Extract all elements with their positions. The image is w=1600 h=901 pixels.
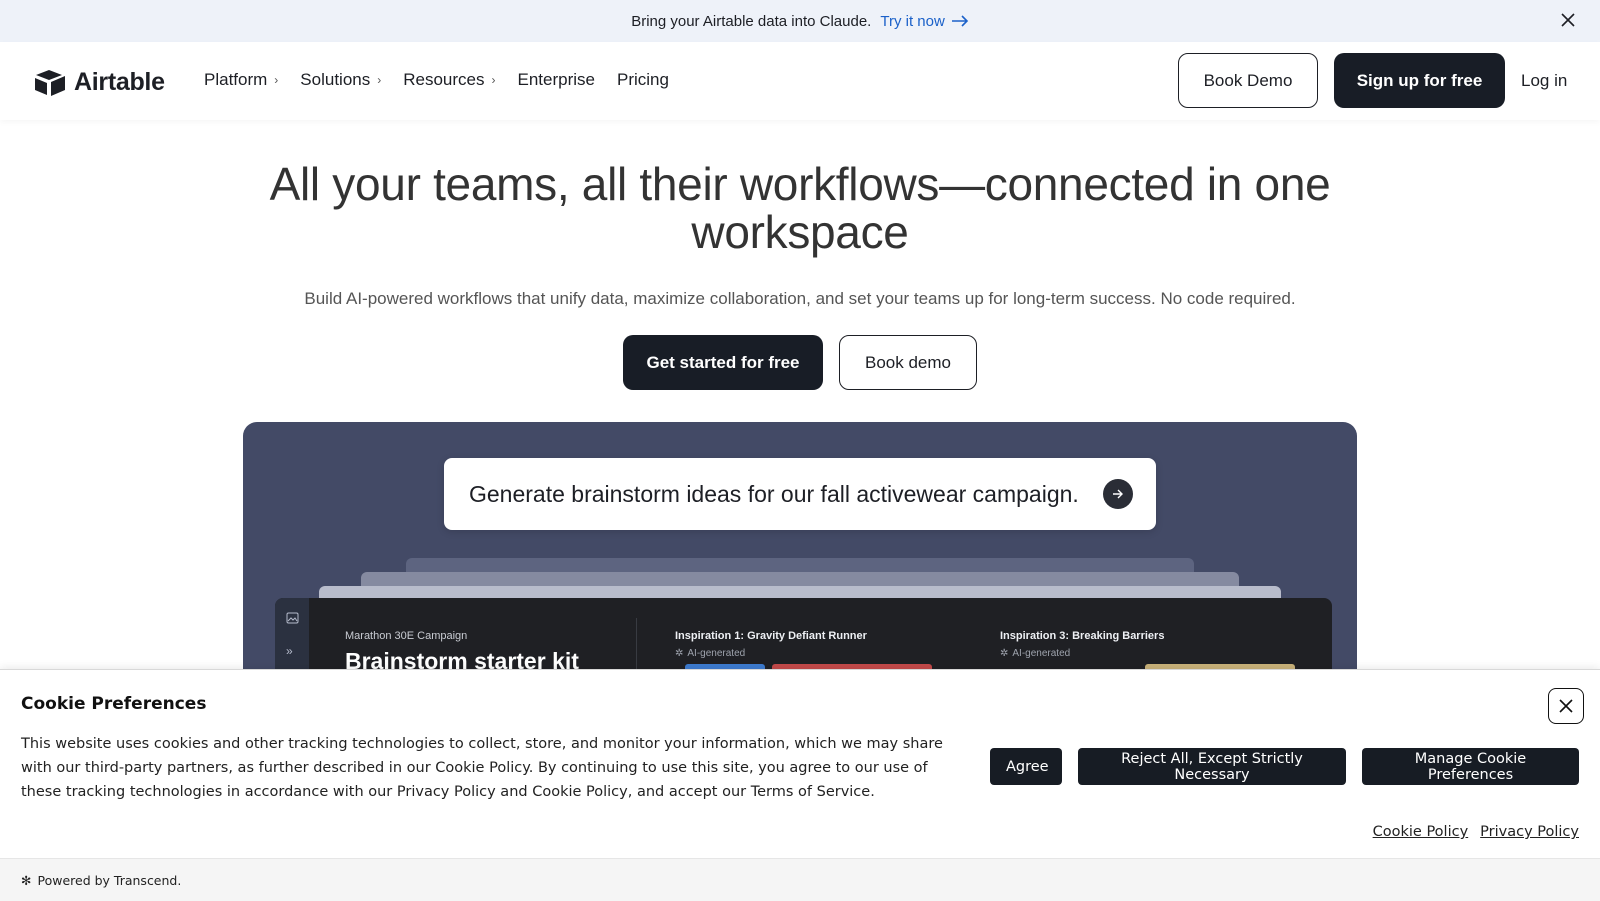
nav-item-enterprise[interactable]: Enterprise: [518, 70, 595, 90]
log-in-link[interactable]: Log in: [1521, 71, 1567, 91]
get-started-button[interactable]: Get started for free: [623, 335, 823, 390]
powered-by-text: Powered by Transcend.: [37, 872, 182, 888]
book-demo-hero-button[interactable]: Book demo: [839, 335, 977, 390]
ai-prompt-box[interactable]: Generate brainstorm ideas for our fall a…: [444, 458, 1156, 530]
campaign-label: Marathon 30E Campaign: [345, 630, 468, 642]
product-demo-panel: Generate brainstorm ideas for our fall a…: [243, 422, 1357, 682]
nav-item-solutions[interactable]: Solutions ›: [300, 70, 381, 90]
nav-menu: Platform › Solutions › Resources › Enter…: [204, 70, 669, 90]
privacy-policy-link[interactable]: Privacy Policy: [1480, 824, 1579, 840]
hero-subtitle: Build AI-powered workflows that unify da…: [304, 289, 1296, 308]
announcement-bar: Bring your Airtable data into Claude. Tr…: [0, 0, 1600, 42]
chevron-right-icon: ›: [491, 73, 496, 87]
reject-all-button[interactable]: Reject All, Except Strictly Necessary: [1078, 748, 1346, 785]
sparkle-icon: ✲: [1000, 648, 1009, 659]
chevron-right-icon: ›: [274, 73, 279, 87]
image-icon: [286, 612, 300, 626]
airtable-logo-icon: [35, 69, 65, 96]
inspiration-1-title: Inspiration 1: Gravity Defiant Runner: [675, 630, 867, 642]
submit-prompt-button[interactable]: [1103, 479, 1133, 509]
inspiration-3-title: Inspiration 3: Breaking Barriers: [1000, 630, 1165, 642]
brand-name: Airtable: [74, 68, 165, 96]
book-demo-button[interactable]: Book Demo: [1178, 53, 1318, 108]
airtable-logo[interactable]: Airtable: [34, 68, 165, 97]
agree-button[interactable]: Agree: [990, 748, 1062, 785]
try-it-now-link[interactable]: Try it now: [880, 13, 968, 30]
powered-by-footer: ✻ Powered by Transcend.: [0, 858, 1600, 901]
close-icon: [1561, 12, 1575, 27]
double-chevron-right-icon[interactable]: »: [286, 644, 300, 658]
ai-generated-tag: ✲ AI-generated: [1000, 648, 1071, 659]
close-cookie-banner-button[interactable]: [1548, 688, 1584, 724]
chevron-right-icon: ›: [377, 73, 382, 87]
nav-item-pricing[interactable]: Pricing: [617, 70, 669, 90]
manage-cookie-preferences-button[interactable]: Manage Cookie Preferences: [1362, 748, 1579, 785]
main-nav: Airtable Platform › Solutions › Resource…: [0, 42, 1600, 120]
close-icon: [1559, 699, 1573, 713]
sparkle-icon: ✲: [675, 648, 684, 659]
cookie-banner: Cookie Preferences This website uses coo…: [0, 669, 1600, 901]
hero-title: All your teams, all their workflows—conn…: [269, 158, 1331, 258]
sign-up-button[interactable]: Sign up for free: [1334, 53, 1505, 108]
announcement-text: Bring your Airtable data into Claude.: [631, 12, 872, 30]
arrow-right-icon: [951, 15, 968, 27]
ai-generated-tag: ✲ AI-generated: [675, 648, 746, 659]
arrow-right-icon: [1113, 489, 1123, 499]
prompt-text: Generate brainstorm ideas for our fall a…: [469, 480, 1079, 507]
nav-item-resources[interactable]: Resources ›: [403, 70, 495, 90]
transcend-logo-icon: ✻: [21, 872, 32, 888]
cookie-policy-link[interactable]: Cookie Policy: [1373, 824, 1469, 840]
cookie-title: Cookie Preferences: [21, 694, 207, 714]
close-announcement-button[interactable]: [1558, 11, 1578, 31]
cookie-links: Cookie Policy Privacy Policy: [1373, 824, 1579, 840]
nav-item-platform[interactable]: Platform ›: [204, 70, 278, 90]
cookie-description: This website uses cookies and other trac…: [21, 736, 943, 800]
